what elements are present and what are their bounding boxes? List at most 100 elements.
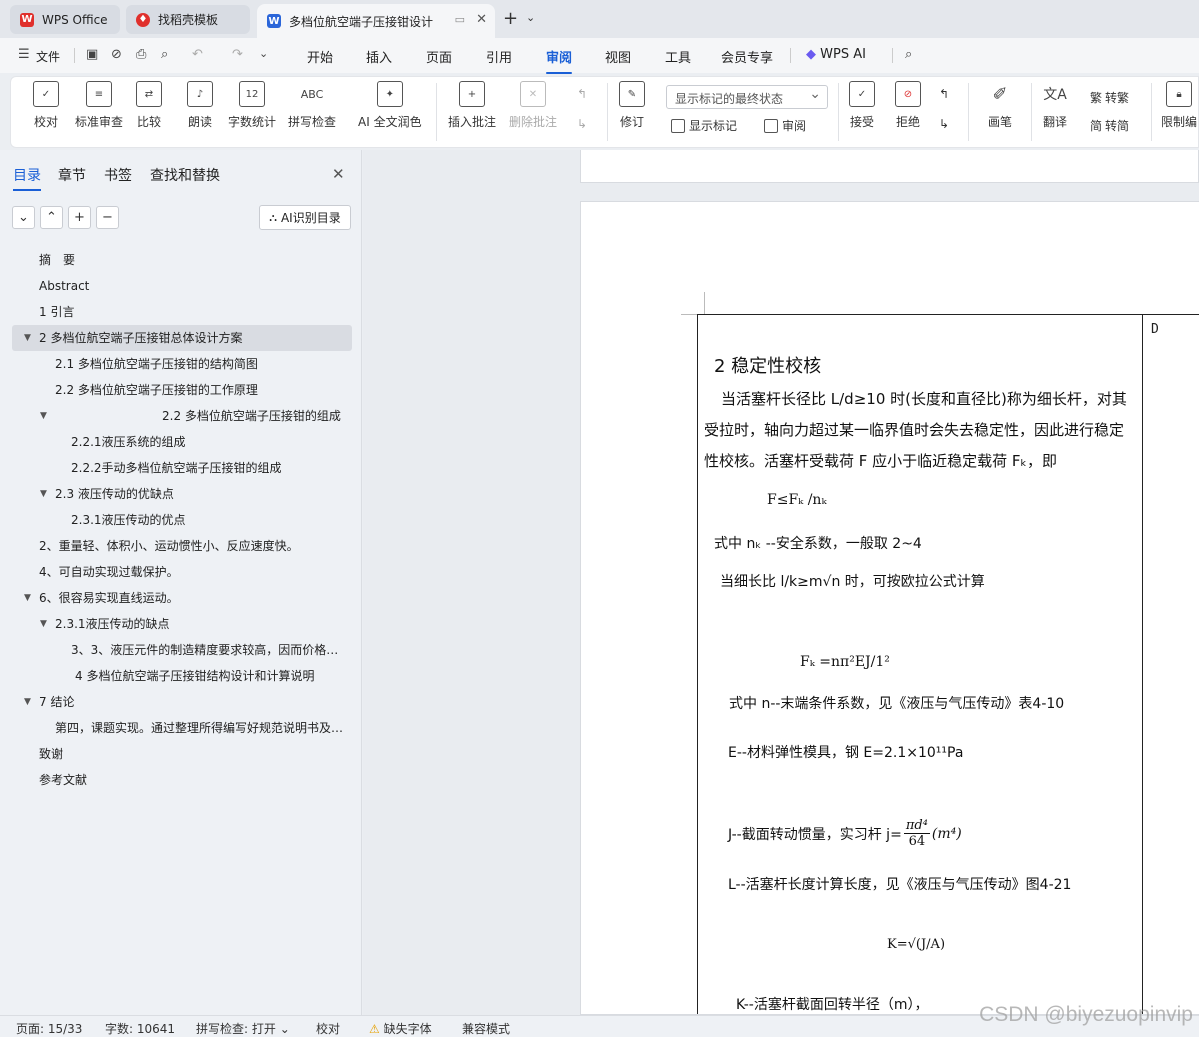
- wps-logo-icon: W: [20, 12, 34, 27]
- menu-references[interactable]: 引用: [486, 47, 512, 66]
- word-count[interactable]: 字数: 10641: [105, 1020, 175, 1037]
- show-markup-button[interactable]: 显示标记: [671, 117, 737, 134]
- toc-item[interactable]: 2、重量轻、体积小、运动惯性小、反应速度快。: [12, 533, 352, 559]
- section-heading: 2 稳定性校核: [714, 356, 822, 377]
- translate-button[interactable]: 文A 翻译: [1042, 81, 1068, 130]
- menu-tools[interactable]: 工具: [665, 47, 691, 66]
- toc-item[interactable]: ▼ 6、很容易实现直线运动。: [12, 585, 352, 611]
- toc-item[interactable]: 第四，课题实现。通过整理所得编写好规范说明书及相关图纸。: [12, 715, 352, 741]
- menu-page[interactable]: 页面: [426, 47, 452, 66]
- prev-change-icon[interactable]: ↰: [939, 87, 949, 101]
- expand-triangle-icon[interactable]: ▼: [40, 481, 47, 507]
- new-tab-icon[interactable]: +: [503, 8, 518, 29]
- toc-item[interactable]: 4 多档位航空端子压接钳结构设计和计算说明: [12, 663, 352, 689]
- remove-heading-icon[interactable]: −: [96, 206, 119, 229]
- menu-insert[interactable]: 插入: [366, 47, 392, 66]
- toc-item[interactable]: 致谢: [12, 741, 352, 767]
- proofread-status[interactable]: 校对: [316, 1020, 340, 1037]
- link-icon[interactable]: ⊘: [111, 47, 122, 62]
- next-change-icon[interactable]: ↳: [939, 117, 949, 131]
- ribbon-review: ✓ 校对 ≡ 标准审查 ⇄ 比较 ♪ 朗读 12 字数统计 ABC 拼写检查 ✦ AI 全文润…: [10, 76, 1199, 148]
- toc-item[interactable]: 摘 要: [12, 247, 352, 273]
- prev-comment-icon[interactable]: ↰: [577, 87, 587, 101]
- expand-triangle-icon[interactable]: ▼: [24, 689, 31, 715]
- expand-triangle-icon[interactable]: ▼: [40, 403, 47, 429]
- toc-item-label: 参考文献: [39, 773, 88, 787]
- toc-item[interactable]: ▼ 2.3 液压传动的优缺点: [12, 481, 352, 507]
- missing-font-status[interactable]: ⚠ 缺失字体: [369, 1020, 432, 1037]
- toc-item[interactable]: 2.1 多档位航空端子压接钳的结构简图: [12, 351, 352, 377]
- tab-find-replace[interactable]: 查找和替换: [150, 165, 220, 185]
- toc-item[interactable]: Abstract: [12, 273, 352, 299]
- to-traditional-button[interactable]: 繁转繁: [1090, 89, 1129, 106]
- toc-item[interactable]: 3、3、液压元件的制造精度要求较高，因而价格较贵。: [12, 637, 352, 663]
- close-pane-icon[interactable]: ✕: [332, 165, 345, 183]
- word-count-button[interactable]: 12 字数统计: [228, 81, 276, 130]
- ink-button[interactable]: ✐ 画笔: [987, 81, 1013, 130]
- spell-check-button[interactable]: ABC 拼写检查: [288, 81, 336, 130]
- print-preview-icon[interactable]: ⌕: [161, 47, 168, 62]
- hamburger-icon[interactable]: ☰: [18, 47, 30, 62]
- toc-item[interactable]: ▼ 2 多档位航空端子压接钳总体设计方案: [12, 325, 352, 351]
- spell-check-status[interactable]: 拼写检查: 打开 ⌄: [196, 1020, 290, 1037]
- toc-item[interactable]: ▼ 7 结论: [12, 689, 352, 715]
- print-icon[interactable]: ⎙: [136, 47, 146, 62]
- label: 朗读: [187, 115, 212, 129]
- compare-button[interactable]: ⇄ 比较: [136, 81, 162, 130]
- proofread-button[interactable]: ✓ 校对: [33, 81, 59, 130]
- redo-icon[interactable]: ↷: [232, 47, 243, 62]
- add-heading-icon[interactable]: +: [68, 206, 91, 229]
- toc-item[interactable]: 参考文献: [12, 767, 352, 793]
- expand-triangle-icon[interactable]: ▼: [40, 611, 47, 637]
- toc-item[interactable]: 4、可自动实现过载保护。: [12, 559, 352, 585]
- document-page[interactable]: D 2 稳定性校核 当活塞杆长径比 L/d≥10 时(长度和直径比)称为细长杆，…: [580, 201, 1199, 1015]
- tab-wps-office[interactable]: W WPS Office: [10, 5, 120, 34]
- menu-review[interactable]: 审阅: [546, 47, 573, 74]
- tab-toc[interactable]: 目录: [13, 165, 41, 191]
- toc-item[interactable]: 2.3.1液压传动的优点: [12, 507, 352, 533]
- tab-bookmarks[interactable]: 书签: [104, 165, 132, 185]
- toc-item[interactable]: 2.2.2手动多档位航空端子压接钳的组成: [12, 455, 352, 481]
- chevron-down-icon[interactable]: ⌄: [526, 11, 535, 24]
- to-simplified-button[interactable]: 简转简: [1090, 117, 1129, 134]
- toc-item[interactable]: ▼ 2.3.1液压传动的缺点: [12, 611, 352, 637]
- toc-item[interactable]: ▼ 2.2 多档位航空端子压接钳的组成: [12, 403, 352, 429]
- menu-wps-ai[interactable]: ◆ WPS AI: [806, 47, 866, 62]
- next-comment-icon[interactable]: ↳: [577, 117, 587, 131]
- ai-toc-button[interactable]: ⛬ AI识别目录: [259, 205, 351, 230]
- save-icon[interactable]: ▣: [86, 47, 98, 62]
- menu-file[interactable]: 文件: [36, 48, 60, 65]
- menu-view[interactable]: 视图: [605, 47, 631, 66]
- track-changes-icon: ✎: [619, 81, 645, 107]
- move-up-icon[interactable]: ⌃: [40, 206, 63, 229]
- expand-triangle-icon[interactable]: ▼: [24, 585, 31, 611]
- menu-membership[interactable]: 会员专享: [721, 47, 773, 66]
- undo-icon[interactable]: ↶: [192, 47, 203, 62]
- label: AI识别目录: [280, 211, 341, 225]
- markup-mode-select[interactable]: 显示标记的最终状态: [666, 85, 828, 109]
- reject-button[interactable]: ⊘ 拒绝: [895, 81, 921, 130]
- review-pane-button[interactable]: 审阅: [764, 117, 806, 134]
- expand-triangle-icon[interactable]: ▼: [24, 325, 31, 351]
- menu-home[interactable]: 开始: [307, 47, 333, 66]
- close-icon[interactable]: ✕: [476, 12, 487, 27]
- tab-docer[interactable]: ♦ 找稻壳模板: [126, 5, 250, 34]
- table-cell-right[interactable]: [1143, 314, 1199, 1014]
- restrict-editing-button[interactable]: 🔒︎ 限制编: [1161, 81, 1197, 130]
- toc-item[interactable]: 2.2 多档位航空端子压接钳的工作原理: [12, 377, 352, 403]
- collapse-all-icon[interactable]: ⌄: [12, 206, 35, 229]
- standard-review-button[interactable]: ≡ 标准审查: [75, 81, 123, 130]
- read-aloud-button[interactable]: ♪ 朗读: [187, 81, 213, 130]
- ai-polish-button[interactable]: ✦ AI 全文润色: [358, 81, 422, 130]
- search-icon[interactable]: ⌕: [905, 47, 912, 62]
- accept-button[interactable]: ✓ 接受: [849, 81, 875, 130]
- toc-item[interactable]: 1 引言: [12, 299, 352, 325]
- track-changes-button[interactable]: ✎ 修订: [619, 81, 645, 130]
- delete-comment-button[interactable]: ✕ 删除批注: [509, 81, 557, 130]
- tab-chapters[interactable]: 章节: [58, 165, 86, 185]
- page-indicator[interactable]: 页面: 15/33: [16, 1020, 82, 1037]
- toc-item[interactable]: 2.2.1液压系统的组成: [12, 429, 352, 455]
- more-chevron-icon[interactable]: ⌄: [259, 47, 268, 60]
- insert-comment-button[interactable]: + 插入批注: [448, 81, 496, 130]
- tab-document[interactable]: W 多档位航空端子压接钳设计 ▭ ✕: [257, 4, 495, 38]
